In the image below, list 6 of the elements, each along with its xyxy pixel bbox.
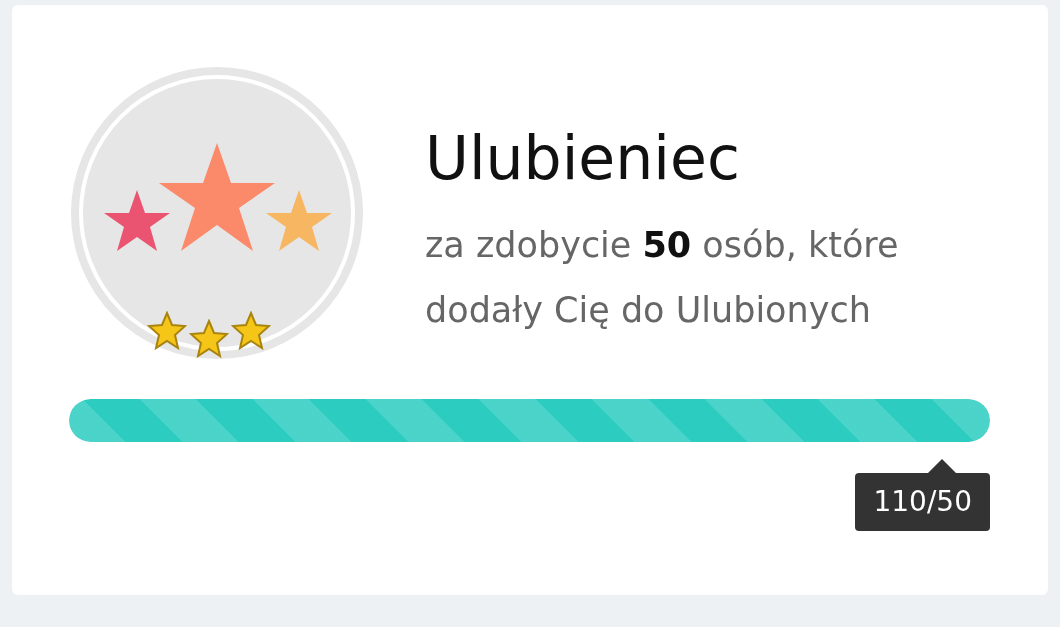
achievement-description: za zdobycie 50 osób, które dodały Cię do Ulubionych: [425, 224, 900, 332]
star-icon: [189, 319, 229, 359]
progress-tooltip: 110/50: [855, 473, 990, 531]
star-icon: [147, 311, 187, 351]
star-icon: [231, 311, 271, 351]
achievement-title: Ulubieniec: [425, 125, 741, 191]
